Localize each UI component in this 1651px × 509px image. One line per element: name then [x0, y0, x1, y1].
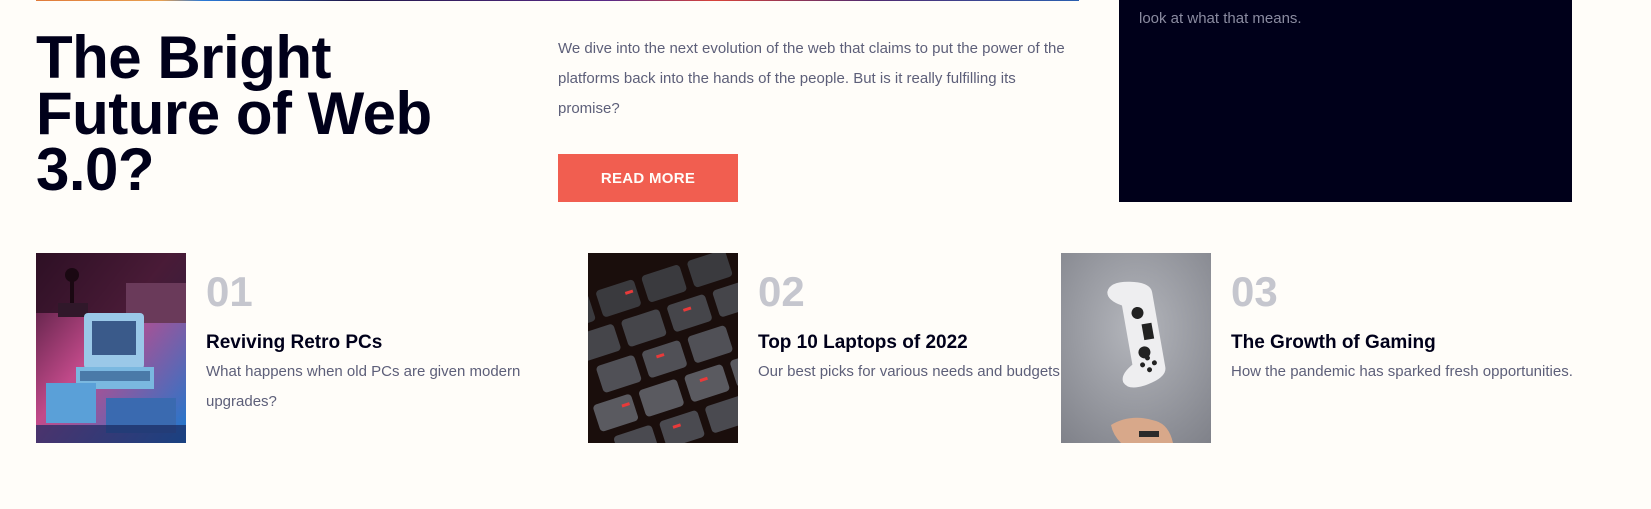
hero-image-edge [36, 0, 1079, 1]
article-description: How the pandemic has sparked fresh oppor… [1231, 363, 1573, 380]
article-title-link[interactable]: The Growth of Gaming [1231, 330, 1436, 356]
article-title-link[interactable]: Reviving Retro PCs [206, 330, 382, 356]
retro-pc-image[interactable] [36, 253, 186, 443]
new-articles-panel: look at what that means. [1119, 0, 1572, 202]
article-card[interactable]: 02 Top 10 Laptops of 2022 Our best picks… [588, 253, 1064, 443]
article-number: 02 [758, 268, 805, 315]
article-number: 01 [206, 268, 253, 315]
read-more-button[interactable]: READ MORE [558, 154, 738, 202]
article-card[interactable]: 01 Reviving Retro PCs What happens when … [36, 253, 556, 443]
game-controller-image[interactable] [1061, 253, 1211, 443]
hero-description: We dive into the next evolution of the w… [558, 40, 1065, 117]
page-title: The Bright Future of Web 3.0? [36, 24, 432, 203]
article-number: 03 [1231, 268, 1278, 315]
article-description: Our best picks for various needs and bud… [758, 363, 1065, 380]
article-title-link[interactable]: Top 10 Laptops of 2022 [758, 330, 968, 356]
new-panel-text: look at what that means. [1139, 10, 1302, 27]
laptop-keyboard-image[interactable] [588, 253, 738, 443]
article-card[interactable]: 03 The Growth of Gaming How the pandemic… [1061, 253, 1573, 443]
article-description: What happens when old PCs are given mode… [206, 363, 521, 410]
